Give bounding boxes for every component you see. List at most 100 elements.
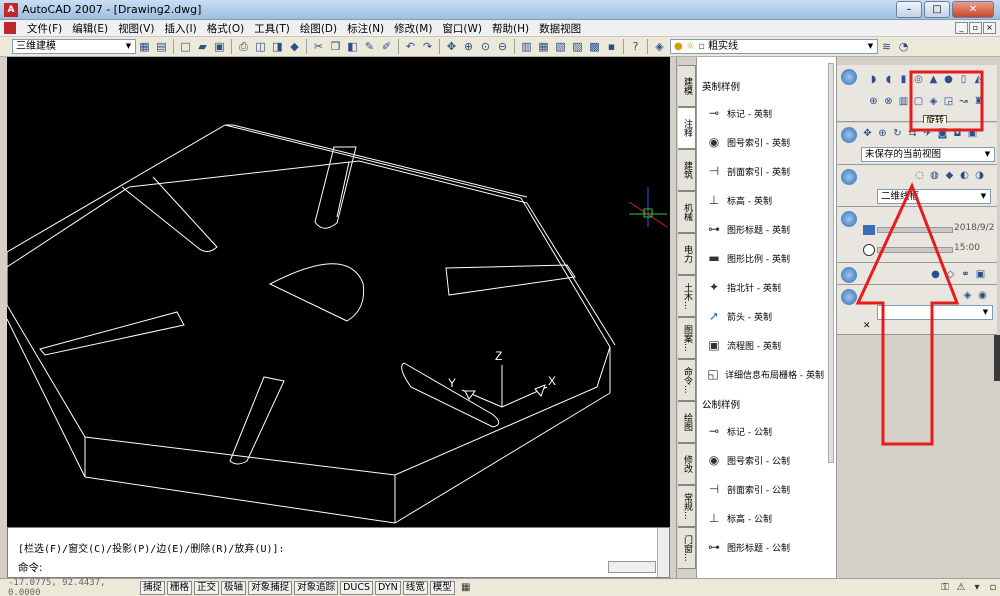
clean-screen-icon[interactable]: ▫ xyxy=(986,581,1000,595)
material-attach-icon[interactable]: ⚭ xyxy=(959,268,972,281)
doc-restore-button[interactable]: ▫ xyxy=(969,22,982,34)
3d-walk-icon[interactable]: ⇆ xyxy=(906,127,919,140)
menu-window[interactable]: 窗口(W) xyxy=(437,21,487,36)
print-preview-icon[interactable]: ◫ xyxy=(253,39,268,54)
match-properties-icon[interactable]: ✎ xyxy=(362,39,377,54)
palette-item[interactable]: ⊥ 标高 - 英制 xyxy=(704,187,824,213)
palette-item[interactable]: ⊸ 标记 - 公制 xyxy=(704,418,824,444)
dashboard-resize-handle[interactable] xyxy=(994,335,1000,381)
polar-toggle[interactable]: 极轴 xyxy=(221,580,247,595)
maximize-button[interactable]: □ xyxy=(924,1,950,18)
intersect-icon[interactable]: ▢ xyxy=(912,95,925,108)
palette-item[interactable]: ⊶ 图形标题 - 公制 xyxy=(704,534,824,560)
help-icon[interactable]: ? xyxy=(628,39,643,54)
tab-commands[interactable]: 命令... xyxy=(678,359,696,401)
zoom-previous-icon[interactable]: ⊖ xyxy=(495,39,510,54)
named-views-icon[interactable]: ▣ xyxy=(966,127,979,140)
design-center-icon[interactable]: ▦ xyxy=(536,39,551,54)
menu-edit[interactable]: 编辑(E) xyxy=(67,21,113,36)
pyramid-icon[interactable]: ◭ xyxy=(972,73,985,86)
close-icon[interactable]: ✕ xyxy=(863,321,871,331)
redo-icon[interactable]: ↷ xyxy=(420,39,435,54)
properties-icon[interactable]: ▥ xyxy=(519,39,534,54)
document-icon[interactable] xyxy=(4,22,16,34)
cut-icon[interactable]: ✂ xyxy=(311,39,326,54)
material-map-icon[interactable]: ◇ xyxy=(944,268,957,281)
save-icon[interactable]: ▣ xyxy=(212,39,227,54)
tab-doors-windows[interactable]: 门窗... xyxy=(678,527,696,569)
tab-general[interactable]: 常规... xyxy=(678,485,696,527)
workspace-combo[interactable]: 三维建模 ▼ xyxy=(12,39,136,54)
3d-fly-icon[interactable]: ✈ xyxy=(921,127,934,140)
dyn-toggle[interactable]: DYN xyxy=(375,580,401,595)
grid-toggle[interactable]: 栅格 xyxy=(167,580,193,595)
ducs-toggle[interactable]: DUCS xyxy=(340,580,374,595)
layer-combo[interactable]: ● ☼ ▫ 粗实线 ▼ xyxy=(670,39,878,54)
undo-icon[interactable]: ↶ xyxy=(403,39,418,54)
sweep-icon[interactable]: ↝ xyxy=(957,95,970,108)
workspace-settings-icon[interactable]: ▦ xyxy=(137,39,152,54)
menu-view[interactable]: 视图(V) xyxy=(113,21,159,36)
3d-pan-icon[interactable]: ✥ xyxy=(861,127,874,140)
menu-insert[interactable]: 插入(I) xyxy=(159,21,201,36)
material-palette-icon[interactable]: ▣ xyxy=(974,268,987,281)
sheet-set-icon[interactable]: ▨ xyxy=(570,39,585,54)
layout-icon[interactable]: ▦ xyxy=(459,581,473,595)
command-scrollbar[interactable] xyxy=(657,528,669,577)
tab-modeling[interactable]: 建模 xyxy=(678,65,696,107)
tray-menu-icon[interactable]: ▾ xyxy=(970,581,984,595)
cylinder-icon[interactable]: ▯ xyxy=(957,73,970,86)
model-toggle[interactable]: 模型 xyxy=(429,580,455,595)
print-icon[interactable]: ⎙ xyxy=(236,39,251,54)
camera-icon[interactable]: ◙ xyxy=(936,127,949,140)
lineweight-toggle[interactable]: 线宽 xyxy=(402,580,428,595)
pan-icon[interactable]: ✥ xyxy=(444,39,459,54)
render-icon[interactable]: ◈ xyxy=(961,289,974,302)
style-manager-icon[interactable]: ◑ xyxy=(973,169,986,182)
model-space-viewport[interactable]: Z Y X xyxy=(6,57,670,527)
palette-item[interactable]: ◉ 图号索引 - 公制 xyxy=(704,447,824,473)
palette-item[interactable]: ▬ 图形比例 - 英制 xyxy=(704,245,824,271)
palette-item[interactable]: ⊣ 剖面索引 - 公制 xyxy=(704,476,824,502)
tab-civil[interactable]: 土木... xyxy=(678,275,696,317)
close-button[interactable]: ✕ xyxy=(952,1,994,18)
render-preset-combo[interactable]: ▼ xyxy=(877,305,993,320)
render-settings-icon[interactable]: ◉ xyxy=(976,289,989,302)
menu-modify[interactable]: 修改(M) xyxy=(389,21,437,36)
menu-tools[interactable]: 工具(T) xyxy=(249,21,295,36)
menu-draw[interactable]: 绘图(D) xyxy=(295,21,342,36)
copy-icon[interactable]: ❐ xyxy=(328,39,343,54)
view-icon[interactable]: ◘ xyxy=(951,127,964,140)
palette-item[interactable]: ⊥ 标高 - 公制 xyxy=(704,505,824,531)
palette-item[interactable]: ⊣ 剖面索引 - 英制 xyxy=(704,158,824,184)
tab-modify[interactable]: 修改 xyxy=(678,443,696,485)
open-folder-icon[interactable]: ▰ xyxy=(195,39,210,54)
palette-item[interactable]: ◉ 图号索引 - 英制 xyxy=(704,129,824,155)
tab-annotation[interactable]: 注释 xyxy=(678,107,696,149)
zoom-window-icon[interactable]: ⊙ xyxy=(478,39,493,54)
polysolid-icon[interactable]: ▮ xyxy=(897,73,910,86)
tab-draw[interactable]: 绘图 xyxy=(678,401,696,443)
presspull-icon[interactable]: ◖ xyxy=(882,73,895,86)
realistic-style-icon[interactable]: ◆ xyxy=(943,169,956,182)
tab-architecture[interactable]: 建筑 xyxy=(678,149,696,191)
minimize-button[interactable]: – xyxy=(896,1,922,18)
zoom-realtime-icon[interactable]: ⊕ xyxy=(461,39,476,54)
union-icon[interactable]: ⊗ xyxy=(882,95,895,108)
menu-help[interactable]: 帮助(H) xyxy=(487,21,534,36)
markup-icon[interactable]: ▩ xyxy=(587,39,602,54)
palette-item[interactable]: ▣ 流程图 - 英制 xyxy=(704,332,824,358)
date-slider[interactable] xyxy=(877,227,953,233)
calculator-icon[interactable]: ▪ xyxy=(604,39,619,54)
doc-minimize-button[interactable]: _ xyxy=(955,22,968,34)
snap-toggle[interactable]: 捕捉 xyxy=(140,580,166,595)
palette-item[interactable]: ⊶ 图形标题 - 英制 xyxy=(704,216,824,242)
revolve-icon[interactable]: ◈ xyxy=(927,95,940,108)
3d-orbit-icon[interactable]: ↻ xyxy=(891,127,904,140)
extrude-icon[interactable]: ◗ xyxy=(867,73,880,86)
tray-warning-icon[interactable]: ⚠ xyxy=(954,581,968,595)
sphere-icon[interactable]: ● xyxy=(942,73,955,86)
plot-icon[interactable]: ◨ xyxy=(270,39,285,54)
menu-dimension[interactable]: 标注(N) xyxy=(342,21,389,36)
tab-electrical[interactable]: 电力 xyxy=(678,233,696,275)
